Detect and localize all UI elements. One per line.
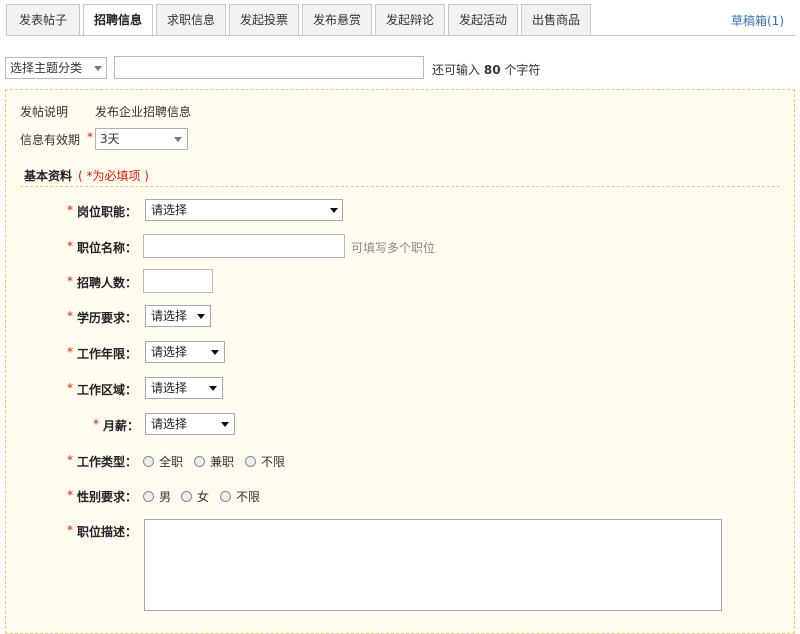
description-textarea[interactable] — [144, 519, 722, 611]
category-select-value: 选择主题分类 — [10, 61, 83, 75]
category-select[interactable]: 选择主题分类 — [5, 57, 107, 79]
gender-any-label: 不限 — [236, 490, 261, 504]
gender-male-radio[interactable] — [143, 491, 154, 502]
char-count-suffix: 个字符 — [504, 63, 541, 77]
job-type-fulltime-radio[interactable] — [143, 456, 154, 467]
description-label: 职位描述： — [77, 525, 138, 539]
job-type-any-label: 不限 — [261, 455, 286, 469]
experience-label: 工作年限： — [77, 347, 138, 361]
gender-male-label: 男 — [159, 490, 172, 504]
required-mark: * — [67, 345, 73, 359]
required-mark: * — [67, 239, 73, 253]
job-type-fulltime-label: 全职 — [159, 455, 184, 469]
position-name-hint: 可填写多个职位 — [351, 241, 436, 255]
required-mark: * — [67, 453, 73, 467]
required-mark: * — [67, 309, 73, 323]
chevron-down-icon — [209, 386, 217, 391]
validity-required-mark: * — [87, 130, 93, 144]
title-input[interactable] — [114, 56, 424, 79]
required-mark: * — [93, 417, 99, 431]
salary-select[interactable]: 请选择 — [145, 413, 235, 435]
validity-select[interactable]: 3天 — [95, 128, 188, 150]
work-area-value: 请选择 — [151, 381, 188, 395]
char-count-value: 80 — [483, 63, 501, 77]
position-name-input[interactable] — [143, 234, 345, 258]
chevron-down-icon — [211, 350, 219, 355]
post-info-label: 发帖说明 — [20, 105, 69, 119]
chevron-down-icon — [94, 66, 102, 71]
validity-select-value: 3天 — [100, 132, 120, 146]
required-mark: * — [67, 523, 73, 537]
gender-any-radio[interactable] — [220, 491, 231, 502]
chevron-down-icon — [330, 208, 338, 213]
job-type-parttime-label: 兼职 — [210, 455, 235, 469]
char-count-hint: 还可输入 80 个字符 — [432, 61, 540, 78]
tab-reward[interactable]: 发布悬赏 — [302, 4, 372, 36]
form-panel: 发帖说明 发布企业招聘信息 信息有效期 * 3天 基本资料 ( *为必填项 ) … — [5, 89, 795, 634]
tab-post[interactable]: 发表帖子 — [6, 4, 80, 36]
job-type-label: 工作类型： — [77, 455, 138, 469]
post-info-text: 发布企业招聘信息 — [95, 105, 192, 119]
gender-label: 性别要求： — [77, 490, 138, 504]
education-value: 请选择 — [151, 309, 188, 323]
job-type-parttime-radio[interactable] — [194, 456, 205, 467]
required-mark: * — [67, 381, 73, 395]
salary-label: 月薪： — [103, 419, 140, 433]
tab-recruitment[interactable]: 招聘信息 — [83, 4, 153, 37]
chevron-down-icon — [174, 137, 182, 142]
required-mark: * — [67, 488, 73, 502]
position-function-select[interactable]: 请选择 — [145, 199, 343, 221]
work-area-select[interactable]: 请选择 — [145, 377, 223, 399]
char-count-prefix: 还可输入 — [432, 63, 481, 77]
headcount-label: 招聘人数： — [77, 276, 138, 290]
job-type-any-radio[interactable] — [245, 456, 256, 467]
required-note: ( *为必填项 ) — [78, 169, 149, 183]
education-label: 学历要求： — [77, 311, 138, 325]
section-divider — [20, 186, 780, 187]
salary-value: 请选择 — [151, 417, 188, 431]
experience-select[interactable]: 请选择 — [145, 341, 225, 363]
required-mark: * — [67, 203, 73, 217]
work-area-label: 工作区域： — [77, 383, 138, 397]
position-name-label: 职位名称： — [77, 241, 138, 255]
tab-debate[interactable]: 发起辩论 — [375, 4, 445, 36]
gender-female-label: 女 — [197, 490, 210, 504]
tab-activity[interactable]: 发起活动 — [448, 4, 518, 36]
chevron-down-icon — [197, 314, 205, 319]
position-function-label: 岗位职能： — [77, 205, 138, 219]
validity-label: 信息有效期 — [20, 133, 81, 147]
headcount-input[interactable] — [143, 269, 213, 293]
experience-value: 请选择 — [151, 345, 188, 359]
required-mark: * — [67, 274, 73, 288]
drafts-link[interactable]: 草稿箱(1) — [731, 12, 784, 29]
chevron-down-icon — [221, 422, 229, 427]
gender-female-radio[interactable] — [181, 491, 192, 502]
position-function-value: 请选择 — [151, 203, 188, 217]
tab-divider — [6, 35, 796, 36]
education-select[interactable]: 请选择 — [145, 305, 211, 327]
section-title: 基本资料 — [24, 169, 73, 183]
tab-job-seeking[interactable]: 求职信息 — [156, 4, 226, 36]
tab-poll[interactable]: 发起投票 — [229, 4, 299, 36]
tab-sell[interactable]: 出售商品 — [521, 4, 591, 36]
